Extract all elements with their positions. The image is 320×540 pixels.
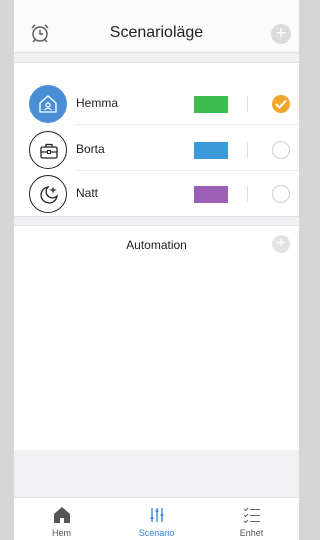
tab-label: Enhet [239,528,264,538]
scenario-name: Borta [76,142,105,156]
scenario-row-borta[interactable]: Borta [14,131,299,171]
app-screen: Scenarioläge + Hemma Borta Natt Automati… [14,0,299,540]
moon-icon [29,175,67,213]
header-bar: Scenarioläge + [14,0,299,53]
divider [247,96,248,112]
scenario-name: Natt [76,186,99,200]
add-automation-button[interactable]: + [272,235,290,253]
color-swatch [194,96,228,113]
scenario-row-natt[interactable]: Natt [14,175,299,213]
selected-radio[interactable] [272,95,290,113]
tab-label: Hem [51,528,71,538]
tab-enhet[interactable]: Enhet [204,498,299,540]
color-swatch [194,186,228,203]
radio-button[interactable] [272,141,290,159]
automation-content [14,262,299,450]
briefcase-icon [29,131,67,169]
row-divider [76,124,299,125]
tab-hem[interactable]: Hem [14,498,109,540]
scenario-list: Hemma Borta Natt [14,62,299,217]
scenario-name: Hemma [76,96,119,110]
tab-label: Scenario [138,528,175,538]
row-divider [76,170,299,171]
scenario-row-hemma[interactable]: Hemma [14,85,299,125]
divider [247,142,248,158]
tab-bar: Hem Scenario Enhet [14,497,299,540]
home-icon [29,85,67,123]
plus-icon: + [275,23,287,43]
sliders-icon [109,506,204,524]
color-swatch [194,142,228,159]
divider [247,186,248,202]
tab-scenario[interactable]: Scenario [109,498,204,540]
home-icon [14,506,109,524]
plus-icon: + [276,235,286,252]
radio-button[interactable] [272,185,290,203]
checklist-icon [204,506,299,524]
check-icon [275,99,287,109]
page-title: Scenarioläge [109,24,204,41]
automation-label: Automation [126,238,187,252]
add-scenario-button[interactable]: + [271,24,291,44]
automation-section: Automation + [14,225,299,263]
